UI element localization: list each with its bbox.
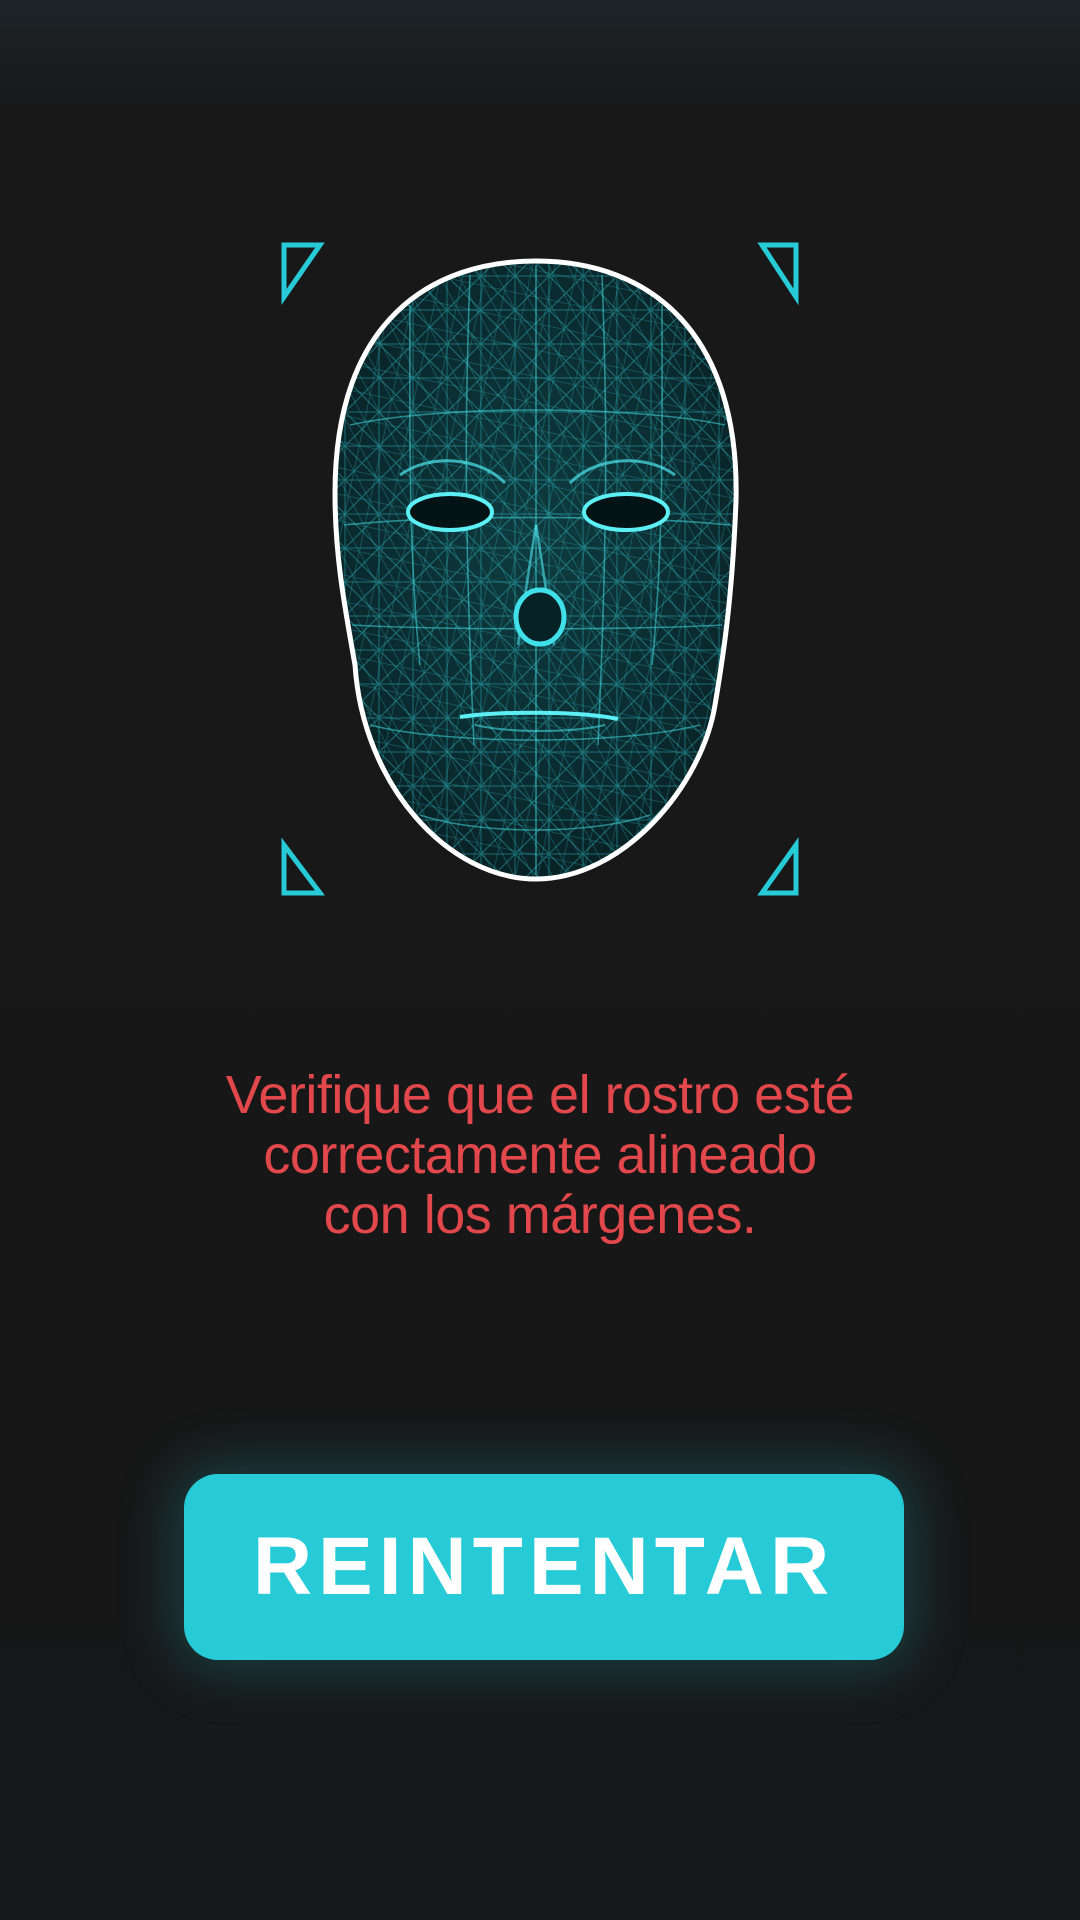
- corner-bottom-left-icon: [281, 837, 325, 896]
- corner-top-right-icon: [757, 242, 799, 306]
- message-line-2: correctamente alineado: [263, 1125, 817, 1185]
- alignment-error-message: Verifique que el rostro esté correctamen…: [140, 1065, 940, 1245]
- message-line-3: con los márgenes.: [323, 1185, 757, 1245]
- message-line-1: Verifique que el rostro esté: [225, 1065, 855, 1125]
- face-mesh-icon: [332, 258, 739, 882]
- retry-button[interactable]: REINTENTAR: [184, 1474, 904, 1660]
- corner-bottom-right-icon: [757, 837, 799, 896]
- face-scanner-graphic: [281, 242, 799, 896]
- face-scanner: [260, 225, 820, 925]
- face-verification-screen: Verifique que el rostro esté correctamen…: [0, 0, 1080, 1920]
- corner-top-left-icon: [281, 242, 325, 306]
